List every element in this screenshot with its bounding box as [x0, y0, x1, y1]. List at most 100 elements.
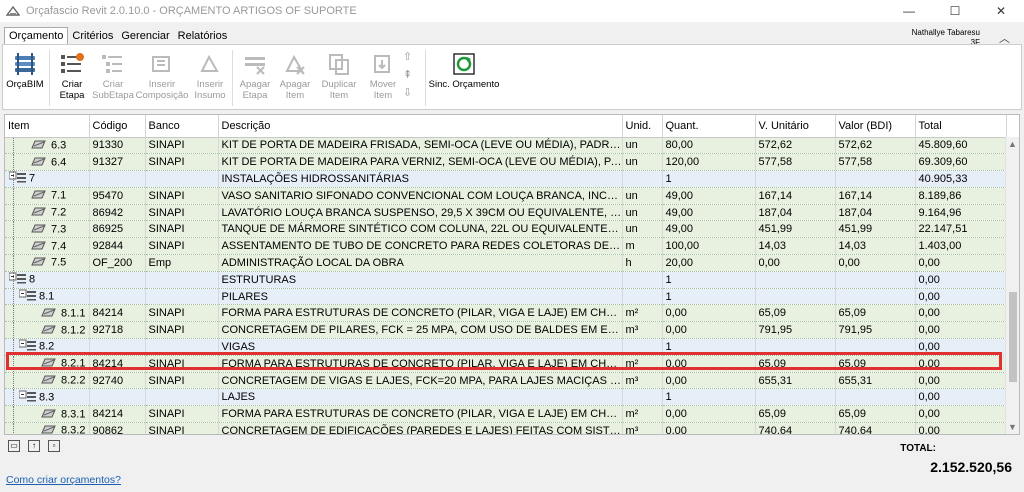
column-header-valor-bdi[interactable]: Valor (BDI) — [835, 115, 916, 138]
valor-bdi-cell: 65,09 — [835, 304, 916, 323]
collapse-all-icon[interactable]: ▭ — [8, 440, 20, 452]
maximize-button[interactable]: ☐ — [932, 0, 978, 22]
inserir-composicao-button[interactable]: Inserir Composição — [134, 45, 190, 101]
column-header-vunitario[interactable]: V. Unitário — [755, 115, 836, 138]
table-row[interactable]: 8.2.1 84214 SINAPI FORMA PARA ESTRUTURAS DE… — [5, 355, 1007, 373]
item-number: 8.1 — [39, 290, 55, 303]
table-row[interactable]: 7.3 86925 SINAPI TANQUE DE MÁRMORE SINTÉTIC… — [5, 220, 1007, 239]
table-row[interactable]: 8.3.2 90862 SINAPI CONCRETAGEM DE EDIFICAÇÕ… — [5, 422, 1007, 434]
descricao-cell: VIGAS — [218, 338, 623, 356]
descricao-cell: CONCRETAGEM DE PILARES, FCK = 25 MPA, CO… — [218, 321, 623, 340]
tab-gerenciar[interactable]: Gerenciar — [117, 28, 173, 44]
menu-bar: Orçamento Critérios Gerenciar Relatórios — [0, 26, 231, 44]
inserir-insumo-button[interactable]: Inserir Insumo — [190, 45, 230, 101]
duplicar-item-label-1: Duplicar — [321, 79, 357, 90]
group-row[interactable]: 8.1 PILARES 1 0,00 — [5, 288, 1007, 306]
valor-bdi-cell: 572,62 — [835, 137, 916, 155]
column-header-quant[interactable]: Quant. — [662, 115, 756, 138]
criar-subetapa-button[interactable]: Criar SubEtapa — [92, 45, 134, 101]
criar-etapa-button[interactable]: Criar Etapa — [52, 45, 92, 101]
column-header-total[interactable]: Total — [915, 115, 1007, 138]
apagar-item-button[interactable]: Apagar Item — [275, 45, 315, 101]
criar-subetapa-label-1: Criar — [102, 79, 124, 90]
table-row[interactable]: 8.3.1 84214 SINAPI FORMA PARA ESTRUTURAS DE… — [5, 405, 1007, 424]
move-up-icon[interactable]: ⇧ — [403, 49, 423, 66]
table-row[interactable]: 7.2 86942 SINAPI LAVATÓRIO LOUÇA BRANCA SUS… — [5, 204, 1007, 222]
descricao-cell: PILARES — [218, 288, 623, 306]
descricao-cell: VASO SANITARIO SIFONADO CONVENCIONAL COM… — [218, 187, 623, 205]
stage-icon[interactable] — [18, 339, 37, 354]
apagar-etapa-button[interactable]: Apagar Etapa — [235, 45, 275, 101]
table-row[interactable]: 6.3 91330 SINAPI KIT DE PORTA DE MADEIRA FR… — [5, 137, 1007, 155]
column-header-unid[interactable]: Unid. — [622, 115, 663, 138]
total-cell: 0,00 — [915, 355, 1007, 373]
stage-icon[interactable] — [8, 171, 27, 186]
stage-icon[interactable] — [18, 390, 37, 405]
group-row[interactable]: 7 INSTALAÇÕES HIDROSSANITÁRIAS 1 40.905,33 — [5, 170, 1007, 188]
mover-item-button[interactable]: Mover Item — [363, 45, 403, 101]
close-button[interactable]: ✕ — [978, 0, 1024, 22]
banco-cell: SINAPI — [145, 204, 219, 222]
item-cell: 8.2.2 — [5, 372, 90, 390]
column-header-codigo[interactable]: Código — [89, 115, 146, 138]
quant-cell: 100,00 — [662, 237, 756, 256]
descricao-cell: ASSENTAMENTO DE TUBO DE CONCRETO PARA RE… — [218, 237, 623, 256]
table-row[interactable]: 7.4 92844 SINAPI ASSENTAMENTO DE TUBO DE CO… — [5, 237, 1007, 256]
table-row[interactable]: 7.1 95470 SINAPI VASO SANITARIO SIFONADO CO… — [5, 187, 1007, 205]
tab-criterios[interactable]: Critérios — [68, 28, 117, 44]
help-link[interactable]: Como criar orçamentos? — [6, 474, 121, 486]
item-number: 6.3 — [51, 139, 67, 152]
codigo-cell: 91330 — [89, 137, 146, 155]
tree-line — [13, 389, 14, 406]
insert-input-icon — [200, 54, 219, 72]
codigo-cell: 86925 — [89, 220, 146, 239]
move-first-icon[interactable]: ⇞ — [403, 67, 423, 84]
table-row[interactable]: 8.2.2 92740 SINAPI CONCRETAGEM DE VIGAS E L… — [5, 372, 1007, 390]
scroll-up-icon[interactable]: ▲ — [1008, 139, 1017, 149]
scroll-thumb[interactable] — [1009, 292, 1017, 382]
item-cell: 8.3 — [5, 388, 90, 407]
item-cell: 7.4 — [5, 237, 90, 256]
banco-cell: SINAPI — [145, 422, 219, 434]
minimize-button[interactable]: — — [886, 0, 932, 22]
orcabim-icon — [15, 53, 35, 75]
vunitario-cell — [755, 388, 836, 407]
column-header-item[interactable]: Item — [5, 115, 90, 138]
stage-icon[interactable] — [8, 272, 27, 287]
column-header-banco[interactable]: Banco — [145, 115, 219, 138]
descricao-cell: TANQUE DE MÁRMORE SINTÉTICO COM COLUNA, … — [218, 220, 623, 239]
stage-icon[interactable] — [18, 289, 37, 304]
group-row[interactable]: 8.2 VIGAS 1 0,00 — [5, 338, 1007, 356]
group-row[interactable]: 8.3 LAJES 1 0,00 — [5, 388, 1007, 407]
tab-orcamento[interactable]: Orçamento — [4, 27, 69, 44]
valor-bdi-cell — [835, 170, 916, 188]
table-row[interactable]: 6.4 91327 SINAPI KIT DE PORTA DE MADEIRA PA… — [5, 153, 1007, 172]
vertical-scrollbar[interactable]: ▲ ▼ — [1005, 137, 1019, 434]
window-title: Orçafascio Revit 2.0.10.0 - ORÇAMENTO AR… — [26, 5, 357, 17]
composition-icon — [31, 222, 49, 237]
table-row[interactable]: 8.1.2 92718 SINAPI CONCRETAGEM DE PILARES, … — [5, 321, 1007, 340]
valor-bdi-cell: 167,14 — [835, 187, 916, 205]
valor-bdi-cell: 0,00 — [835, 254, 916, 272]
tab-relatorios[interactable]: Relatórios — [174, 28, 232, 44]
tree-line — [13, 322, 14, 339]
tree-line — [13, 154, 14, 171]
collapse-icon[interactable]: ▫ — [48, 440, 60, 452]
delete-stage-icon — [245, 57, 265, 75]
table-row[interactable]: 8.1.1 84214 SINAPI FORMA PARA ESTRUTURAS DE… — [5, 304, 1007, 323]
valor-bdi-cell: 791,95 — [835, 321, 916, 340]
duplicar-item-button[interactable]: Duplicar Item — [315, 45, 363, 101]
sinc-orcamento-button[interactable]: Sinc. Orçamento — [428, 45, 500, 90]
item-number: 8.2 — [39, 340, 55, 353]
table-row[interactable]: 7.5 OF_200 Emp ADMINISTRAÇÃO LOCAL DA OBRA h… — [5, 254, 1007, 272]
valor-bdi-cell: 65,09 — [835, 405, 916, 424]
inserir-composicao-label-2: Composição — [135, 90, 189, 101]
scroll-down-icon[interactable]: ▼ — [1008, 422, 1017, 432]
column-header-descricao[interactable]: Descrição — [218, 115, 623, 138]
item-number: 8.3 — [39, 391, 55, 404]
orcabim-button[interactable]: OrçaBIM — [3, 45, 47, 90]
move-down-icon[interactable]: ⇩ — [403, 85, 423, 102]
group-row[interactable]: 8 ESTRUTURAS 1 0,00 — [5, 271, 1007, 289]
expand-icon[interactable]: ↑ — [28, 440, 40, 452]
tree-line — [13, 372, 14, 389]
